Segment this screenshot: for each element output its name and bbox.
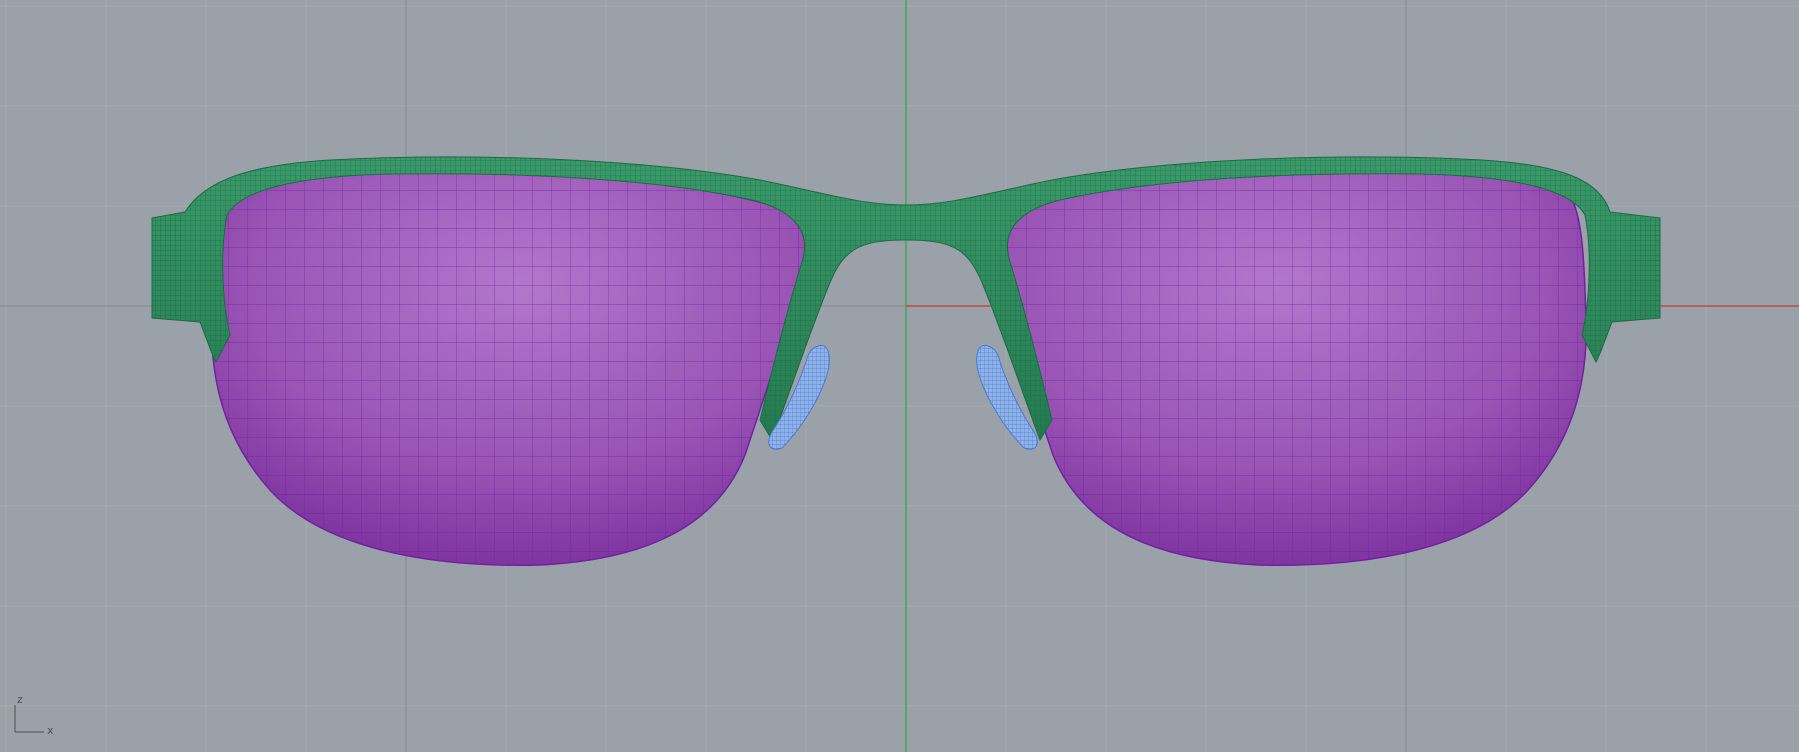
front-viewport[interactable]: z x: [0, 0, 1799, 752]
lens-right[interactable]: [989, 166, 1587, 567]
axis-widget-x-label: x: [47, 724, 54, 737]
viewport-canvas[interactable]: z x: [0, 0, 1799, 752]
axis-widget: z x: [14, 693, 54, 737]
lens-left[interactable]: [211, 166, 809, 567]
axis-widget-z-label: z: [17, 693, 23, 706]
